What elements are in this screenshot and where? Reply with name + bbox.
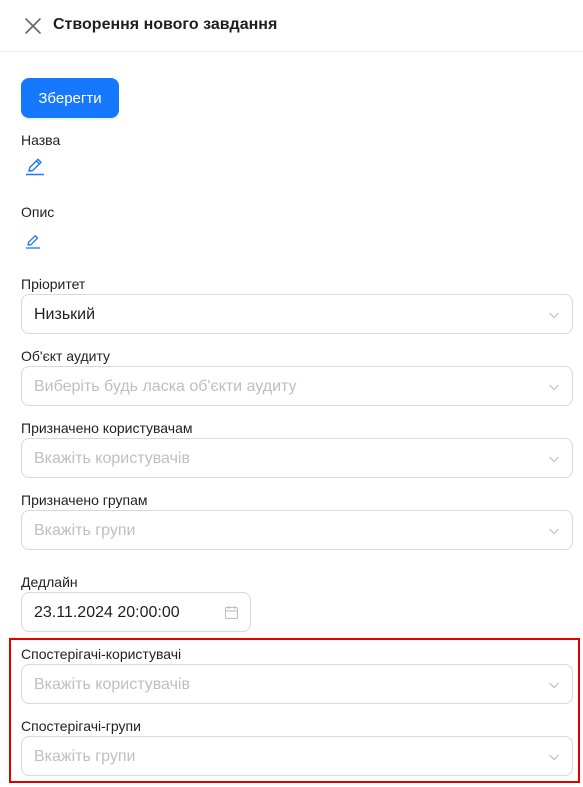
pencil-icon [26,158,44,176]
chevron-down-icon [549,754,559,761]
assigned-users-select[interactable]: Вкажіть користувачів [21,438,573,478]
observer-users-label: Спостерігачі-користувачі [21,646,182,662]
deadline-value: 23.11.2024 20:00:00 [34,604,180,621]
assigned-groups-placeholder: Вкажіть групи [34,522,136,539]
edit-description-button[interactable] [25,233,41,249]
chevron-down-icon [549,682,559,689]
observer-users-placeholder: Вкажіть користувачів [34,676,190,693]
observer-users-select[interactable]: Вкажіть користувачів [21,664,573,704]
audit-object-placeholder: Виберіть будь ласка об'єкти аудиту [34,378,297,395]
chevron-down-icon [549,384,559,391]
observer-groups-select[interactable]: Вкажіть групи [21,736,573,776]
modal-header: Створення нового завдання [0,0,583,52]
pencil-icon [26,235,40,249]
observer-groups-label: Спостерігачі-групи [21,718,141,734]
assigned-groups-label: Призначено групам [21,492,148,508]
observer-groups-placeholder: Вкажіть групи [34,748,136,765]
edit-name-button[interactable] [25,156,45,176]
priority-value: Низький [34,306,96,323]
calendar-icon [224,606,239,620]
close-icon [25,18,41,34]
chevron-down-icon [549,312,559,319]
priority-label: Пріоритет [21,276,86,292]
deadline-input[interactable]: 23.11.2024 20:00:00 [21,592,251,632]
name-label: Назва [21,132,61,148]
save-button[interactable]: Зберегти [21,78,119,118]
close-button[interactable] [22,15,44,37]
assigned-groups-select[interactable]: Вкажіть групи [21,510,573,550]
assigned-users-placeholder: Вкажіть користувачів [34,450,190,467]
description-label: Опис [21,204,55,220]
audit-object-label: Об'єкт аудиту [21,348,111,364]
deadline-label: Дедлайн [21,574,78,590]
page-title: Створення нового завдання [53,16,278,33]
chevron-down-icon [549,456,559,463]
audit-object-select[interactable]: Виберіть будь ласка об'єкти аудиту [21,366,573,406]
assigned-users-label: Призначено користувачам [21,420,193,436]
priority-select[interactable]: Низький [21,294,573,334]
chevron-down-icon [549,528,559,535]
